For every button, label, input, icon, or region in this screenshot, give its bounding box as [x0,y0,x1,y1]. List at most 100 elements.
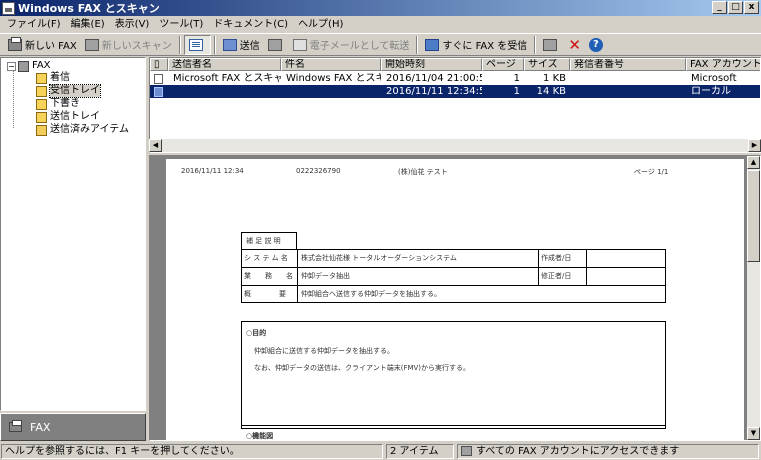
menu-bar: ファイル(F) 編集(E) 表示(V) ツール(T) ドキュメント(C) ヘルプ… [0,16,761,34]
column-header-caller[interactable]: 発信者番号 [570,58,686,71]
toolbar-separator [178,35,181,54]
fax-document-icon [154,87,163,97]
menu-document[interactable]: ドキュメント(C) [208,17,293,33]
fax-header-page: ページ 1/1 [634,168,669,176]
tree-item-label: 下書き [50,98,80,109]
window-controls: _ □ x [712,1,759,14]
fax-preview-pane: 2016/11/11 12:34 0222326790 (株)仙花 テスト ペー… [149,155,761,441]
tree-item-inbox[interactable]: 受信トレイ [36,84,101,98]
nav-fax-button[interactable]: FAX [0,413,146,441]
delete-button[interactable]: ✕ [564,35,585,55]
fax-machine-icon [18,60,29,72]
toolbar: 新しい FAX 新しいスキャン 送信 電子メールとして転送 すぐに FAX を受… [0,34,761,56]
scroll-right-button[interactable]: ▶ [748,139,761,152]
fax-icon [8,36,22,51]
modifier-label: 修正者/日 [541,272,572,280]
help-button[interactable]: ? [585,35,607,55]
status-help-text: ヘルプを参照するには、F1 キーを押してください。 [1,444,383,459]
size-cell: 14 KB [536,86,566,97]
column-header-pages[interactable]: ページ [482,58,524,71]
subject-cell: Windows FAX とスキ... [286,73,381,84]
table-row[interactable]: 2016/11/11 12:34:59 1 14 KB ローカル [150,85,760,98]
outbox-folder-icon [36,111,47,123]
drafts-icon [36,98,47,110]
tree-item-sent[interactable]: 送信済みアイテム [36,124,129,136]
section-divider [241,425,666,426]
preview-pane-button[interactable] [183,34,211,55]
preview-pane-icon [188,38,203,51]
column-header-icon[interactable]: ▯ [150,58,168,71]
print-fax-button[interactable] [539,35,564,55]
scroll-down-button[interactable]: ▼ [747,427,760,440]
printer-icon [543,38,558,51]
scroll-thumb[interactable] [747,170,760,262]
document-icon: ▯ [154,59,160,70]
forward-email-button[interactable]: 電子メールとして転送 [289,35,414,55]
maximize-button[interactable]: □ [728,1,743,14]
new-scan-button[interactable]: 新しいスキャン [81,35,176,55]
tree-root-fax[interactable]: − FAX [7,60,51,72]
minimize-button[interactable]: _ [712,1,727,14]
receive-now-label: すぐに FAX を受信 [442,41,528,52]
tree-item-label: 受信トレイ [49,84,101,98]
scroll-up-button[interactable]: ▲ [747,156,760,169]
forward-email-label: 電子メールとして転送 [309,41,410,52]
system-label: シ ス テ ム 名 [244,254,288,262]
tree-item-label: 送信済みアイテム [50,124,129,135]
receive-now-button[interactable]: すぐに FAX を受信 [421,35,531,55]
title-bar: Windows FAX とスキャン _ □ x [0,0,761,16]
column-header-account[interactable]: FAX アカウント [686,58,760,71]
fax-account-icon [461,446,472,456]
task-value: 仲卸データ抽出 [301,272,350,280]
nav-fax-label: FAX [30,420,51,434]
menu-view[interactable]: 表示(V) [110,17,155,33]
fax-header-number: 0222326790 [296,167,341,175]
table-line [297,249,298,303]
column-header-subject[interactable]: 件名 [281,58,381,71]
send-receive-button[interactable]: 送信 [219,35,264,55]
window-title: Windows FAX とスキャン [18,2,160,15]
task-label: 業 務 名 [244,272,293,280]
new-fax-button[interactable]: 新しい FAX [4,35,81,55]
column-header-size[interactable]: サイズ [524,58,570,71]
sender-cell: Microsoft FAX とスキャン... [173,73,281,84]
toolbar-separator [213,35,216,54]
toolbar-separator [416,35,419,54]
scroll-left-button[interactable]: ◀ [149,139,162,152]
menu-file[interactable]: ファイル(F) [2,17,66,33]
menu-tools[interactable]: ツール(T) [154,17,208,33]
table-line [538,249,539,285]
menu-edit[interactable]: 編集(E) [66,17,110,33]
fax-page: 2016/11/11 12:34 0222326790 (株)仙花 テスト ペー… [166,159,744,440]
tree-item-drafts[interactable]: 下書き [36,98,80,110]
hosoku-label: 補 足 説 明 [246,237,281,245]
preview-vertical-scrollbar[interactable]: ▲ ▼ [747,156,760,440]
column-header-time[interactable]: 開始時刻 [381,58,482,71]
print-button[interactable] [264,35,289,55]
folder-tree: − FAX 着信 受信トレイ 下書き 送信トレイ 送信済みアイテム [0,57,146,411]
fax-header-company: (株)仙花 テスト [398,168,448,176]
purpose-line: なお、仲卸データの送信は、クライアント端末(FMV)から実行する。 [254,364,471,372]
caller-cell [572,72,686,85]
summary-value: 仲卸組合へ送信する仲卸データを抽出する。 [301,290,441,298]
status-access-text: すべての FAX アカウントにアクセスできます [476,446,680,457]
section2-title: ○機能図 [246,432,274,440]
account-cell: ローカル [691,86,731,97]
table-row[interactable]: Microsoft FAX とスキャン... Windows FAX とスキ..… [150,72,760,85]
size-cell: 1 KB [543,73,566,84]
close-button[interactable]: x [744,1,759,14]
list-horizontal-scrollbar[interactable]: ◀ ▶ [149,139,761,152]
folder-icon [36,72,47,84]
status-bar: ヘルプを参照するには、F1 キーを押してください。 2 アイテム すべての FA… [0,443,761,460]
account-cell: Microsoft [691,73,737,84]
delete-icon: ✕ [568,35,581,54]
email-icon [292,38,307,51]
fax-document-icon [154,74,163,84]
menu-help[interactable]: ヘルプ(H) [293,17,348,33]
new-fax-label: 新しい FAX [25,41,77,52]
column-header-sender[interactable]: 送信者名 [168,58,281,71]
tree-item-outbox[interactable]: 送信トレイ [36,111,100,123]
toolbar-separator [534,35,537,54]
status-access: すべての FAX アカウントにアクセスできます [457,444,759,459]
tree-item-incoming[interactable]: 着信 [36,72,70,84]
